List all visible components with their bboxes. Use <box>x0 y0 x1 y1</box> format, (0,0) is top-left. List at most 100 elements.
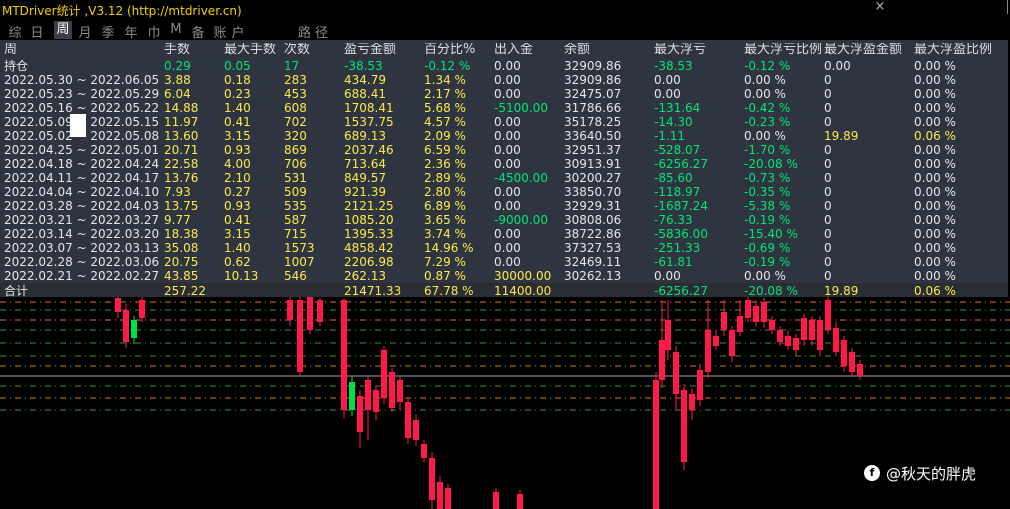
column-header[interactable]: 最大浮亏 <box>654 43 744 57</box>
column-header[interactable]: 周 <box>4 43 164 57</box>
totals-cell: 19.89 <box>824 284 859 298</box>
table-cell: 0 <box>824 185 832 199</box>
table-cell: 0.00 % <box>744 129 786 143</box>
table-cell: 713.64 <box>344 157 386 171</box>
table-cell: -1.70 % <box>744 143 791 157</box>
row-period[interactable]: 2022.04.25 ~ 2022.05.01 <box>4 143 164 157</box>
table-cell: 30200.27 <box>564 171 622 185</box>
table-cell: 849.57 <box>344 171 386 185</box>
table-cell: 0.27 <box>224 185 251 199</box>
row-period[interactable]: 2022.04.11 ~ 2022.04.17 <box>4 171 164 185</box>
table-cell: 453 <box>284 87 307 101</box>
table-cell: 13.60 <box>164 129 199 143</box>
candle-body <box>357 396 363 432</box>
totals-cell: 257.22 <box>164 284 206 298</box>
table-cell: 1085.20 <box>344 213 394 227</box>
candle-body <box>287 300 293 320</box>
row-period[interactable]: 2022.03.07 ~ 2022.03.13 <box>4 241 164 255</box>
column-header[interactable]: 最大浮亏比例 <box>744 43 824 57</box>
candle-body <box>745 300 751 318</box>
tab-account-2[interactable]: 户 <box>229 22 247 41</box>
table-cell: 0.00 <box>494 185 521 199</box>
table-cell: 13.76 <box>164 171 199 185</box>
table-cell: 2.36 % <box>424 157 466 171</box>
table-cell: 1.40 <box>224 241 251 255</box>
table-cell: 0 <box>824 213 832 227</box>
table-cell: 283 <box>284 73 307 87</box>
candle-body <box>437 482 443 509</box>
column-header[interactable]: 出入金 <box>494 43 564 57</box>
table-cell: 0.00 % <box>914 227 956 241</box>
totals-cell <box>224 284 284 298</box>
scroll-thumb[interactable] <box>70 114 86 137</box>
tab-account-1[interactable]: 账 <box>211 22 229 41</box>
row-period[interactable]: 2022.03.21 ~ 2022.03.27 <box>4 213 164 227</box>
candle-body <box>115 298 121 312</box>
close-icon[interactable]: × <box>872 0 888 16</box>
candle-body <box>307 296 313 330</box>
candle-body <box>405 402 411 438</box>
tab-path[interactable]: 路径 <box>298 22 332 41</box>
candle-body <box>349 382 355 410</box>
row-period[interactable]: 2022.02.28 ~ 2022.03.06 <box>4 255 164 269</box>
totals-cell: 0.06 % <box>914 284 956 298</box>
column-header[interactable]: 余额 <box>564 43 654 57</box>
tab-quarter[interactable]: 季 <box>99 22 117 41</box>
table-cell: 3.15 <box>224 227 251 241</box>
totals-cell: 11400.00 <box>494 284 552 298</box>
column-header[interactable]: 百分比% <box>424 43 494 57</box>
table-cell: 0.00 % <box>914 185 956 199</box>
totals-cell <box>284 284 344 298</box>
table-cell: -85.60 <box>654 171 693 185</box>
row-period[interactable]: 持仓 <box>4 59 164 73</box>
table-cell: 32909.86 <box>564 59 622 73</box>
table-cell: 19.89 <box>824 129 859 143</box>
table-cell: 0.41 <box>224 115 251 129</box>
table-cell: 921.39 <box>344 185 386 199</box>
table-cell: 0.00 <box>494 241 521 255</box>
row-period[interactable]: 2022.04.04 ~ 2022.04.10 <box>4 185 164 199</box>
table-cell: -5100.00 <box>494 101 548 115</box>
candle-body <box>801 318 807 340</box>
row-period[interactable]: 2022.03.28 ~ 2022.04.03 <box>4 199 164 213</box>
table-cell: 2206.98 <box>344 255 394 269</box>
column-header[interactable]: 最大手数 <box>224 43 284 57</box>
tab-day[interactable]: 日 <box>28 22 46 41</box>
table-cell: 31786.66 <box>564 101 622 115</box>
tab-magic[interactable]: M <box>167 22 185 37</box>
column-header[interactable]: 次数 <box>284 43 344 57</box>
candle-body <box>713 336 719 346</box>
table-cell: 2037.46 <box>344 143 394 157</box>
table-cell: -1687.24 <box>654 199 708 213</box>
table-cell: 0 <box>824 143 832 157</box>
column-header[interactable]: 最大浮盈金额 <box>824 43 914 57</box>
candle-body <box>373 390 379 412</box>
table-cell: 2.80 % <box>424 185 466 199</box>
table-cell: 0.00 <box>494 227 521 241</box>
tab-week[interactable]: 周 <box>54 21 72 39</box>
column-header[interactable]: 手数 <box>164 43 224 57</box>
column-header[interactable]: 盈亏金额 <box>344 43 424 57</box>
row-period[interactable]: 2022.04.18 ~ 2022.04.24 <box>4 157 164 171</box>
table-cell: 0 <box>824 87 832 101</box>
table-cell: 0.87 % <box>424 269 466 283</box>
tab-custom[interactable]: 巾 <box>145 22 163 41</box>
table-cell: -38.53 <box>654 59 693 73</box>
row-period[interactable]: 2022.05.30 ~ 2022.06.05 <box>4 73 164 87</box>
row-period[interactable]: 2022.02.21 ~ 2022.02.27 <box>4 269 164 283</box>
candle-body <box>673 352 679 394</box>
table-cell: 20.71 <box>164 143 199 157</box>
tab-year[interactable]: 年 <box>122 22 140 41</box>
row-period[interactable]: 2022.03.14 ~ 2022.03.20 <box>4 227 164 241</box>
tab-summary[interactable]: 综 <box>6 22 24 41</box>
table-cell: 1007 <box>284 255 315 269</box>
row-period[interactable]: 2022.05.16 ~ 2022.05.22 <box>4 101 164 115</box>
candle-body <box>317 300 323 322</box>
tab-month[interactable]: 月 <box>76 22 94 41</box>
table-cell: 0 <box>824 199 832 213</box>
table-cell: 0 <box>824 171 832 185</box>
tab-note[interactable]: 备 <box>189 22 207 41</box>
row-period[interactable]: 2022.05.23 ~ 2022.05.29 <box>4 87 164 101</box>
column-header[interactable]: 最大浮盈比例 <box>914 43 1008 57</box>
table-cell: -0.42 % <box>744 101 791 115</box>
